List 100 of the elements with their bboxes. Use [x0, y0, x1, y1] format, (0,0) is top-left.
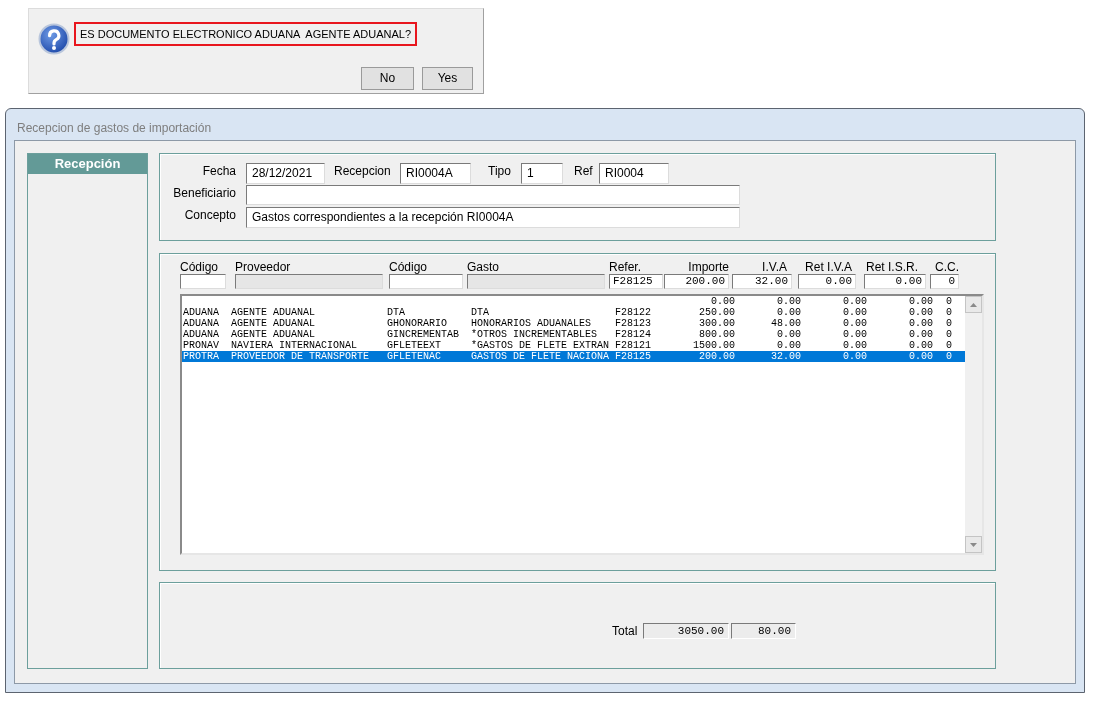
list-cell-text: 0.00: [908, 318, 933, 329]
input-field[interactable]: 1: [521, 163, 563, 184]
list-cell-text: ADUANA: [183, 318, 220, 329]
input-field[interactable]: 28/12/2021: [246, 163, 325, 184]
list-cell-text: 0.00: [776, 296, 801, 307]
column-label: Código: [389, 261, 429, 274]
dialog-button[interactable]: Yes: [422, 67, 473, 90]
input-field[interactable]: 200.00: [664, 274, 729, 289]
question-icon: [38, 23, 70, 55]
input-field[interactable]: [389, 274, 463, 289]
list-cell-text: 0.00: [842, 340, 867, 351]
dialog-button[interactable]: No: [361, 67, 414, 90]
field-label: Concepto: [183, 207, 236, 222]
input-field[interactable]: 0: [930, 274, 959, 289]
list-cell-text: 0: [946, 296, 953, 307]
scroll-up-button[interactable]: [965, 296, 982, 313]
list-cell-text: 0.00: [842, 318, 867, 329]
list-cell-text: F28123: [615, 318, 652, 329]
list-cell-text: 0.00: [776, 340, 801, 351]
list-cell-text: 0.00: [842, 329, 867, 340]
scroll-down-button[interactable]: [965, 536, 982, 553]
total-field: 80.00: [731, 623, 796, 639]
list-cell-text: NAVIERA INTERNACIONAL: [231, 340, 359, 351]
column-label: Gasto: [467, 261, 500, 274]
input-field[interactable]: [180, 274, 226, 289]
list-cell-text: 0.00: [776, 307, 801, 318]
list-cell-text: AGENTE ADUANAL: [231, 307, 316, 318]
column-label: Refer.: [609, 261, 642, 274]
list-cell-text: 0.00: [908, 307, 933, 318]
list-cell-text: 48.00: [770, 318, 801, 329]
list-cell-text: GASTOS DE FLETE NACIONA: [471, 351, 611, 362]
column-label: C.C.: [934, 261, 959, 274]
list-cell-text: 0: [946, 318, 953, 329]
list-cell-text: F28121: [615, 340, 652, 351]
panel-header: Recepción: [28, 154, 147, 174]
list-cell-text: 0.00: [842, 296, 867, 307]
list-cell-text: 0: [946, 329, 953, 340]
input-field[interactable]: 0.00: [864, 274, 926, 289]
list-cell-text: HONORARIOS ADUANALES: [471, 318, 593, 329]
list-cell-text: 0: [946, 307, 953, 318]
list-cell-text: ADUANA: [183, 307, 220, 318]
down-arrow-icon: [970, 542, 977, 547]
field-label: Recepcion: [334, 163, 392, 178]
list-cell-text: 0: [946, 340, 953, 351]
list-cell-text: 0.00: [908, 329, 933, 340]
field-label: Fecha: [201, 163, 236, 178]
list-cell-text: *OTROS INCREMENTABLES: [471, 329, 599, 340]
list-cell-text: DTA: [387, 307, 406, 318]
list-cell-text: GFLETENAC: [387, 351, 442, 362]
input-field[interactable]: 32.00: [732, 274, 792, 289]
list-cell-text: 0.00: [908, 351, 933, 362]
input-field[interactable]: [246, 185, 740, 205]
list-cell-text: ADUANA: [183, 329, 220, 340]
list-row[interactable]: PROTRA PROVEEDOR DE TRANSPORTE GFLETENAC GASTOS DE FLETE NACIONA F28125 200.00 32.00 0.00 0.00 0: [182, 351, 965, 362]
list-cell-text: PROTRA: [183, 351, 220, 362]
column-label: Importe: [687, 261, 729, 274]
list-cell-text: *GASTOS DE FLETE EXTRAN: [471, 340, 611, 351]
list-cell-text: F28124: [615, 329, 652, 340]
dialog-message: ES DOCUMENTO ELECTRONICO ADUANA AGENTE ADUANAL?: [74, 22, 418, 46]
list-cell-text: GFLETEEXT: [387, 340, 442, 351]
list-cell-text: 0.00: [908, 296, 933, 307]
column-label: I.V.A: [761, 261, 788, 274]
list-cell-text: F28125: [615, 351, 652, 362]
input-field[interactable]: Gastos correspondientes a la recepción RI0004A: [246, 207, 740, 228]
field-label: Beneficiario: [172, 185, 236, 200]
list-cell-text: 32.00: [770, 351, 801, 362]
list-cell-text: DTA: [471, 307, 490, 318]
input-field[interactable]: RI0004: [599, 163, 669, 184]
list-cell-text: 300.00: [698, 318, 735, 329]
list-cell-text: 800.00: [698, 329, 735, 340]
list-cell-text: PROVEEDOR DE TRANSPORTE: [231, 351, 371, 362]
column-label: Proveedor: [235, 261, 292, 274]
list-cell-text: AGENTE ADUANAL: [231, 318, 316, 329]
list-cell-text: GINCREMENTAB: [387, 329, 460, 340]
field-label: Tipo: [488, 163, 512, 178]
total-field: 3050.00: [643, 623, 729, 639]
list-cell-text: 250.00: [698, 307, 735, 318]
list-cell-text: AGENTE ADUANAL: [231, 329, 316, 340]
list-cell-text: 0.00: [842, 351, 867, 362]
up-arrow-icon: [970, 302, 977, 307]
field-label: Ref: [574, 163, 594, 178]
column-label: Ret I.V.A: [804, 261, 853, 274]
list-cell-text: 0.00: [842, 307, 867, 318]
scrollbar-track[interactable]: [965, 296, 982, 553]
input-field[interactable]: RI0004A: [400, 163, 471, 184]
list-cell-text: 0.00: [908, 340, 933, 351]
total-label: Total: [612, 624, 639, 638]
list-cell-text: 1500.00: [692, 340, 735, 351]
list-cell-text: 200.00: [698, 351, 735, 362]
list-cell-text: 0: [946, 351, 953, 362]
input-field[interactable]: 0.00: [798, 274, 856, 289]
list-cell-text: GHONORARIO: [387, 318, 448, 329]
list-cell-text: F28122: [615, 307, 652, 318]
list-cell-text: 0.00: [776, 329, 801, 340]
window-title: Recepcion de gastos de importación: [17, 121, 212, 135]
input-field[interactable]: F28125: [609, 274, 663, 289]
column-label: Código: [180, 261, 220, 274]
list-cell-text: 0.00: [710, 296, 735, 307]
column-label: Ret I.S.R.: [865, 261, 919, 274]
list-cell-text: PRONAV: [183, 340, 220, 351]
